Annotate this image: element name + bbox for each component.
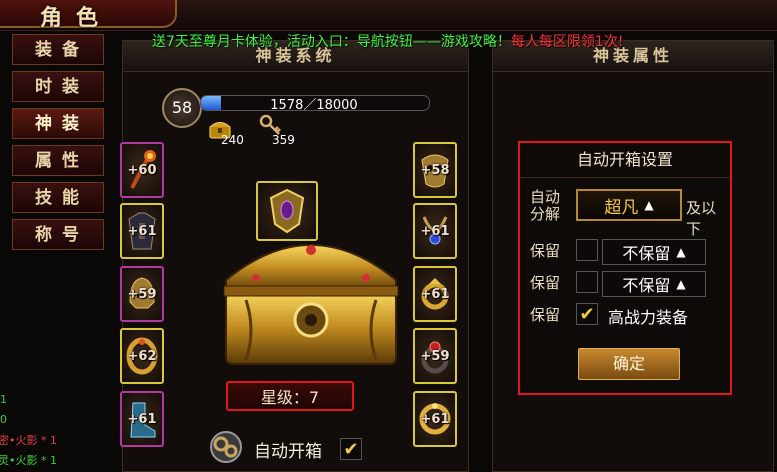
auto-open-label: 自动开箱 [254, 442, 322, 462]
triangle-up-icon: ▲ [676, 277, 686, 291]
decompose-suffix: 及以下 [686, 199, 717, 238]
enhance-level: +59 [420, 348, 450, 364]
keep-checkbox-3[interactable]: ✔ [576, 303, 598, 325]
enhance-level: +58 [420, 162, 450, 178]
menu-item-fashion[interactable]: 时装 [12, 71, 104, 102]
menu-item-titles[interactable]: 称号 [12, 219, 104, 250]
decompose-label: 自动分解 [530, 188, 561, 223]
enhance-level: +60 [127, 162, 157, 178]
enhance-level: +61 [420, 411, 450, 427]
keep-label: 保留 [530, 274, 561, 292]
gear-slot[interactable]: +59 [413, 328, 457, 384]
key-count: 359 [272, 133, 295, 147]
menu-item-divine-gear[interactable]: 神装 [12, 108, 104, 139]
treasure-chest-icon [223, 244, 399, 365]
keep-select-value: 不保留 [622, 244, 671, 263]
gear-icon [209, 430, 243, 464]
dialog-title: 自动开箱设置 [520, 143, 730, 178]
decompose-quality-value: 超凡 [604, 197, 639, 218]
gold-chest-count: 240 [221, 133, 244, 147]
treasure-chest[interactable] [216, 220, 406, 370]
keep-label: 保留 [530, 242, 561, 260]
gear-slot[interactable]: +61 [413, 266, 457, 322]
log-line: 灵•火影 * 1 [0, 454, 57, 467]
announcement-text: 送7天至尊月卡体验，活动入口：导航按钮——游戏攻略！ [152, 34, 511, 50]
triangle-up-icon: ▲ [644, 198, 654, 212]
auto-open-settings-dialog: 自动开箱设置 自动分解 超凡 ▲ 及以下 保留 不保留 ▲ 保留 不保留 ▲ 保留 ✔… [518, 141, 732, 395]
announcement: 送7天至尊月卡体验，活动入口：导航按钮——游戏攻略！每人每区限领1次! [152, 31, 623, 51]
gear-slot[interactable]: +61 [120, 391, 164, 447]
keep-label: 保留 [530, 306, 561, 324]
menu-item-attributes[interactable]: 属性 [12, 145, 104, 176]
menu-item-skills[interactable]: 技能 [12, 182, 104, 213]
keep-select-value: 不保留 [622, 276, 671, 295]
announcement-highlight: 每人每区限领1次! [510, 34, 624, 50]
log-line: 0 [0, 413, 7, 426]
keep-checkbox-1[interactable] [576, 239, 598, 261]
enhance-level: +59 [127, 286, 157, 302]
gear-slot[interactable]: +60 [120, 142, 164, 198]
gear-slot[interactable]: +62 [120, 328, 164, 384]
confirm-button[interactable]: 确定 [578, 348, 680, 380]
checkmark-icon: ✔ [343, 438, 359, 460]
decompose-quality-select[interactable]: 超凡 ▲ [576, 189, 682, 221]
gear-slot[interactable]: +61 [413, 391, 457, 447]
side-menu: 装备 时装 神装 属性 技能 称号 [12, 34, 106, 256]
log-line: 1 [0, 393, 7, 406]
level-badge: 58 [162, 88, 202, 128]
high-power-gear-label: 高战力装备 [608, 308, 689, 327]
triangle-up-icon: ▲ [676, 245, 686, 259]
enhance-level: +61 [420, 286, 450, 302]
xp-text: 1578／18000 [270, 98, 358, 113]
enhance-level: +61 [420, 223, 450, 239]
gear-slot[interactable]: +61 [120, 203, 164, 259]
auto-open-checkbox[interactable]: ✔ [340, 438, 362, 460]
enhance-level: +61 [127, 223, 157, 239]
log-line: 密•火影 * 1 [0, 434, 57, 447]
gear-slot[interactable]: +58 [413, 142, 457, 198]
menu-item-equipment[interactable]: 装备 [12, 34, 104, 65]
checkmark-icon: ✔ [579, 303, 595, 325]
keep-select-2[interactable]: 不保留 ▲ [602, 271, 706, 297]
keep-checkbox-2[interactable] [576, 271, 598, 293]
star-level: 星级：7 [226, 381, 354, 411]
enhance-level: +62 [127, 348, 157, 364]
gear-slot[interactable]: +59 [120, 266, 164, 322]
enhance-level: +61 [127, 411, 157, 427]
gear-slot[interactable]: +61 [413, 203, 457, 259]
window-title: 角色 [40, 6, 113, 31]
keep-select-1[interactable]: 不保留 ▲ [602, 239, 706, 265]
